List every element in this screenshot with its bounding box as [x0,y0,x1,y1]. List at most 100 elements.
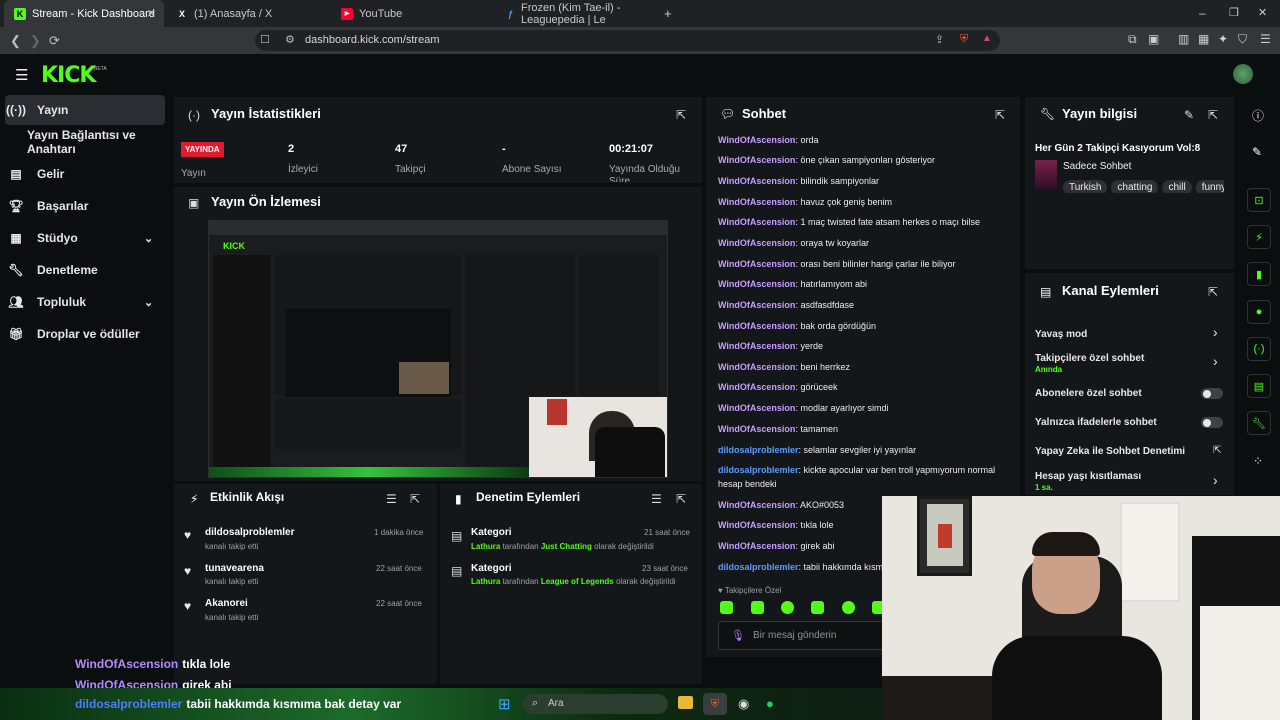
sidebar-item-gelir[interactable]: ▤ Gelir [5,159,165,189]
chat-username[interactable]: WindOfAscension [718,500,795,510]
chat-username[interactable]: WindOfAscension [718,217,795,227]
wallet-icon[interactable]: ▣ [1148,32,1159,46]
emote-icon[interactable] [842,601,855,614]
chat-username[interactable]: WindOfAscension [718,300,795,310]
chat-username[interactable]: WindOfAscension [718,321,795,331]
external-link-icon[interactable]: ⇱ [1213,445,1221,456]
sidebar-item-droplar[interactable]: 🎁︎ Droplar ve ödüller [5,319,165,349]
sidebar-item-yayin[interactable]: ((·)) Yayın [5,95,165,125]
tag[interactable]: chatting [1111,180,1159,193]
filter-icon[interactable]: ☰ [651,492,662,506]
chat-username[interactable]: WindOfAscension [718,155,795,165]
leo-icon[interactable]: ✦ [1218,32,1228,46]
emote-only-toggle[interactable] [1201,417,1223,428]
tag[interactable]: chill [1162,180,1192,193]
taskbar-search[interactable]: ⌕ Ara [523,694,668,714]
sidebar-item-denetleme[interactable]: 🔧︎ Denetleme [5,255,165,285]
edit-icon[interactable]: ✎ [1184,108,1194,122]
chat-username[interactable]: WindOfAscension [718,362,795,372]
share-icon[interactable]: ⇪ [935,33,944,46]
hamburger-menu-icon[interactable]: ☰ [15,66,28,84]
avatar[interactable] [1233,64,1253,84]
obs-icon[interactable]: ◉ [738,696,749,712]
apps-icon[interactable]: ⁘ [1253,454,1263,468]
sidebar-item-stream-key[interactable]: Yayın Bağlantısı ve Anahtarı [27,127,177,157]
wrench-icon[interactable]: 🔧︎ [1247,411,1271,435]
info-icon[interactable]: ⓘ [1252,107,1264,124]
chat-username[interactable]: WindOfAscension [718,341,795,351]
windows-start-icon[interactable]: ⊞ [498,695,511,713]
maximize-icon[interactable]: ❐ [1229,6,1239,19]
chevron-right-icon[interactable]: › [1213,324,1218,340]
chat-username[interactable]: WindOfAscension [718,176,795,186]
chat-username[interactable]: WindOfAscension [718,424,795,434]
chat-icon[interactable]: ● [1247,300,1271,324]
file-explorer-icon[interactable] [678,696,693,709]
popout-icon[interactable]: ⇱ [995,108,1005,122]
chat-username[interactable]: WindOfAscension [718,259,795,269]
back-icon[interactable]: ❮ [10,33,21,49]
chevron-right-icon[interactable]: › [1213,472,1218,488]
tab-youtube[interactable]: ▶ YouTube [331,0,496,27]
minimize-icon[interactable]: – [1199,6,1206,20]
chat-username[interactable]: WindOfAscension [718,382,795,392]
spotify-icon[interactable]: ● [766,696,774,711]
emote-icon[interactable] [720,601,733,614]
chat-username[interactable]: dildosalproblemler [718,445,799,455]
emote-icon[interactable] [811,601,824,614]
chevron-down-icon[interactable]: ⌄ [144,232,153,245]
tab-x[interactable]: X (1) Anasayfa / X [166,0,331,27]
emote-icon[interactable] [751,601,764,614]
tag[interactable]: Turkish [1063,180,1108,193]
url-bar[interactable]: ☐ ⚙ dashboard.kick.com/stream ⇪ ⛨ ▲ [255,30,1000,51]
menu-icon[interactable]: ☰ [1260,32,1271,46]
site-info-icon[interactable]: ⚙ [285,33,295,46]
document-icon[interactable]: ▮ [1247,262,1271,286]
sidebar-item-basarilar[interactable]: 🏆︎ Başarılar [5,191,165,221]
reload-icon[interactable]: ⟳ [49,33,60,49]
close-tab-icon[interactable]: ✕ [147,7,156,20]
chat-input[interactable]: 🎙︎ Bir mesaj gönderin [718,621,888,650]
capture-icon[interactable]: ⊡ [1247,188,1271,212]
chevron-down-icon[interactable]: ⌄ [144,296,153,309]
vpn-icon[interactable]: ⛉ [1238,32,1247,47]
forward-icon[interactable]: ❯ [30,33,41,49]
emote-icon[interactable] [781,601,794,614]
chat-username[interactable]: WindOfAscension [718,541,795,551]
tab-leaguepedia[interactable]: ƒ Frozen (Kim Tae-il) - Leaguepedia | Le [496,0,661,27]
kick-logo[interactable]: KICK [41,63,96,88]
close-window-icon[interactable]: ✕ [1258,6,1267,19]
chat-username[interactable]: dildosalproblemler [718,562,799,572]
stream-preview-video[interactable]: KICK [208,220,668,478]
broadcast-icon[interactable]: (·) [1247,337,1271,361]
chevron-right-icon[interactable]: › [1213,353,1218,369]
chat-username[interactable]: WindOfAscension [718,279,795,289]
popout-icon[interactable]: ⇱ [676,492,686,506]
subs-only-toggle[interactable] [1201,388,1223,399]
popout-icon[interactable]: ⇱ [410,492,420,506]
chat-username[interactable]: WindOfAscension [718,520,795,530]
chat-username[interactable]: WindOfAscension [718,197,795,207]
microphone-icon[interactable]: 🎙︎ [731,629,745,642]
popout-icon[interactable]: ⇱ [1208,108,1218,122]
extensions-icon[interactable]: ⧉ [1128,32,1137,47]
sidebar-item-studyo[interactable]: ▦ Stüdyo ⌄ [5,223,165,253]
bookmark-icon[interactable]: ☐ [260,33,270,46]
tab-kick-dashboard[interactable]: K Stream - Kick Dashboard ✕ [4,0,164,27]
popout-icon[interactable]: ⇱ [1208,285,1218,299]
reading-list-icon[interactable]: ▦ [1198,32,1209,46]
popout-icon[interactable]: ⇱ [676,108,686,122]
chat-username[interactable]: dildosalproblemler [718,465,799,475]
chat-username[interactable]: WindOfAscension [718,403,795,413]
tag[interactable]: funny [1195,180,1224,193]
sidebar-item-topluluk[interactable]: 👥︎ Topluluk ⌄ [5,287,165,317]
brave-taskbar-icon[interactable]: ⛨ [703,693,727,715]
pencil-icon[interactable]: ✎ [1252,145,1262,159]
chat-username[interactable]: WindOfAscension [718,135,795,145]
category-icon[interactable]: ▤ [1247,374,1271,398]
new-tab-icon[interactable]: + [664,6,672,21]
lightning-icon[interactable]: ⚡︎ [1247,225,1271,249]
brave-shield-icon[interactable]: ⛨ [960,33,968,46]
sidebar-icon[interactable]: ▥ [1178,32,1189,46]
chat-username[interactable]: WindOfAscension [718,238,795,248]
